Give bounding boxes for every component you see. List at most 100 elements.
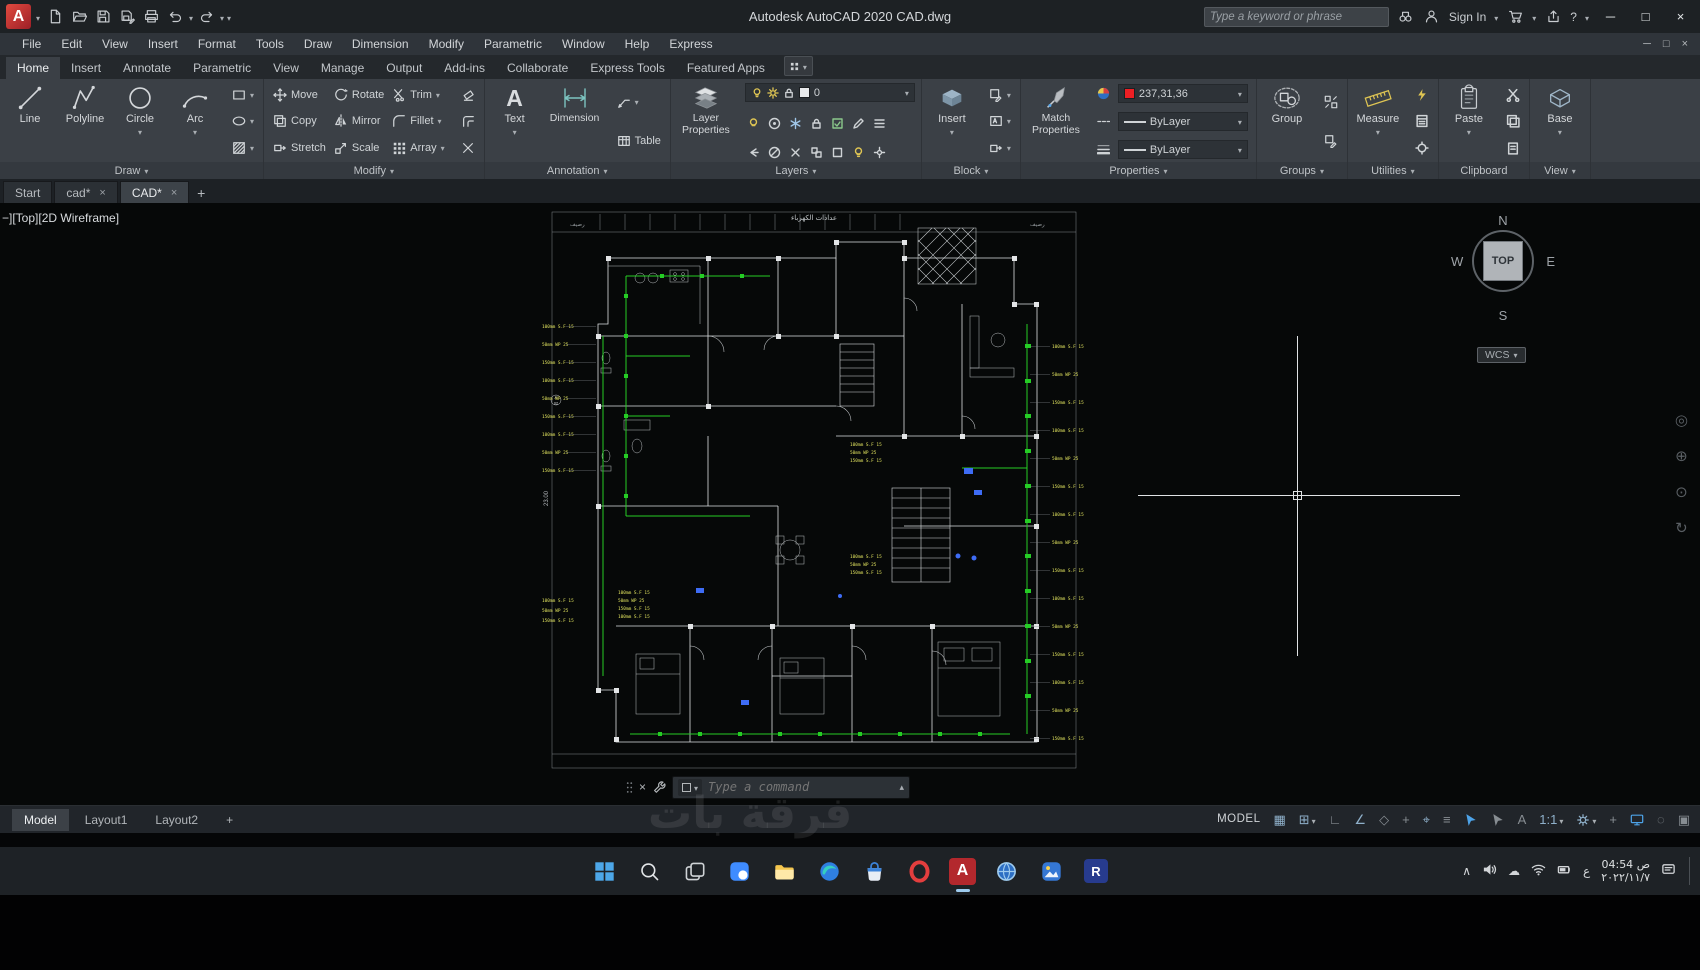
- multileader-icon[interactable]: [614, 94, 642, 110]
- command-close-icon[interactable]: ×: [639, 780, 646, 794]
- app-store-cart-icon[interactable]: [1506, 8, 1524, 26]
- arc-tool[interactable]: Arc: [169, 82, 221, 161]
- photos-icon[interactable]: [1036, 856, 1066, 886]
- annotation-panel-label[interactable]: Annotation: [484, 162, 670, 179]
- layout1-tab[interactable]: Layout1: [73, 809, 140, 831]
- tab-express-tools[interactable]: Express Tools: [579, 57, 675, 79]
- mirror-tool[interactable]: Mirror: [331, 113, 387, 129]
- viewcube[interactable]: N W E S TOP: [1447, 213, 1559, 331]
- circle-dropdown-icon[interactable]: [138, 126, 142, 138]
- annotation-monitor-icon[interactable]: +: [1609, 813, 1617, 826]
- command-history-icon[interactable]: ▴: [899, 782, 904, 793]
- language-indicator[interactable]: ع: [1583, 864, 1590, 878]
- paste-dropdown-icon[interactable]: [1467, 126, 1471, 138]
- insert-block-tool[interactable]: Insert: [926, 82, 978, 161]
- groups-panel-label[interactable]: Groups: [1256, 162, 1347, 179]
- text-tool[interactable]: A Text: [489, 82, 541, 161]
- layer-delete-icon[interactable]: [789, 146, 802, 159]
- line-tool[interactable]: Line: [4, 82, 56, 161]
- file-tab-cad1[interactable]: cad* ×: [54, 181, 118, 203]
- close-tab-icon[interactable]: ×: [99, 187, 105, 199]
- menu-dimension[interactable]: Dimension: [342, 35, 419, 53]
- copy-clip-icon[interactable]: [1503, 113, 1523, 129]
- r-app-icon[interactable]: R: [1081, 856, 1111, 886]
- layer-lock-icon[interactable]: [810, 117, 823, 130]
- rectangle-tool-icon[interactable]: [229, 87, 257, 103]
- start-button[interactable]: [589, 856, 619, 886]
- model-space-button[interactable]: MODEL: [1217, 813, 1260, 826]
- layer-dropdown[interactable]: 0: [744, 83, 915, 102]
- tab-view[interactable]: View: [262, 57, 310, 79]
- cut-icon[interactable]: [1503, 87, 1523, 103]
- rotate-tool[interactable]: Rotate: [331, 87, 387, 103]
- wcs-control[interactable]: WCS: [1477, 347, 1526, 363]
- tab-add-ins[interactable]: Add-ins: [433, 57, 496, 79]
- save-as-icon[interactable]: [117, 6, 138, 27]
- layer-match-icon[interactable]: [852, 117, 865, 130]
- lineweight-icon[interactable]: ≡: [1443, 813, 1451, 826]
- object-color-dropdown[interactable]: 237,31,36: [1117, 84, 1248, 103]
- stretch-tool[interactable]: Stretch: [270, 140, 329, 156]
- array-tool[interactable]: Array: [389, 140, 447, 156]
- show-desktop-button[interactable]: [1689, 856, 1692, 886]
- copy-tool[interactable]: Copy: [270, 113, 329, 129]
- graphics-performance-icon[interactable]: [1630, 813, 1644, 827]
- polyline-tool[interactable]: Polyline: [59, 82, 111, 161]
- battery-icon[interactable]: [1557, 862, 1572, 880]
- tab-featured-apps[interactable]: Featured Apps: [676, 57, 776, 79]
- menu-modify[interactable]: Modify: [419, 35, 474, 53]
- tab-output[interactable]: Output: [375, 57, 433, 79]
- share-icon[interactable]: [1544, 8, 1562, 26]
- lineweight-dropdown[interactable]: ByLayer: [1117, 140, 1248, 159]
- undo-icon[interactable]: [165, 6, 186, 27]
- ortho-icon[interactable]: ∟: [1329, 813, 1342, 826]
- tab-home[interactable]: Home: [6, 57, 61, 79]
- modify-panel-label[interactable]: Modify: [264, 162, 484, 179]
- layer-states-icon[interactable]: [873, 117, 886, 130]
- window-close-button[interactable]: ×: [1667, 5, 1694, 29]
- zoom-icon[interactable]: ⊙: [1675, 483, 1688, 501]
- polar-tracking-icon[interactable]: ∠: [1354, 813, 1366, 826]
- tab-collaborate[interactable]: Collaborate: [496, 57, 579, 79]
- paste-tool[interactable]: Paste: [1443, 82, 1495, 161]
- explode-icon[interactable]: [458, 140, 478, 156]
- file-explorer-icon[interactable]: [769, 856, 799, 886]
- isolate-objects-icon[interactable]: ◌: [1657, 813, 1665, 826]
- menu-help[interactable]: Help: [615, 35, 660, 53]
- layer-unisolate-icon[interactable]: [768, 146, 781, 159]
- properties-panel-label[interactable]: Properties: [1020, 162, 1256, 179]
- menu-parametric[interactable]: Parametric: [474, 35, 552, 53]
- plot-icon[interactable]: [141, 6, 162, 27]
- viewport-controls-label[interactable]: −][Top][2D Wireframe]: [2, 211, 119, 225]
- menu-express[interactable]: Express: [659, 35, 722, 53]
- block-editor-icon[interactable]: [986, 140, 1014, 156]
- onedrive-cloud-icon[interactable]: ☁: [1508, 864, 1520, 878]
- clipboard-panel-label[interactable]: Clipboard: [1438, 162, 1529, 179]
- help-dropdown-icon[interactable]: [1585, 10, 1589, 24]
- ellipse-tool-icon[interactable]: [229, 113, 257, 129]
- menu-file[interactable]: File: [12, 35, 51, 53]
- linetype-dropdown[interactable]: ByLayer: [1117, 112, 1248, 131]
- measure-dropdown-icon[interactable]: [1376, 126, 1380, 138]
- annotation-visibility-icon[interactable]: A: [1518, 813, 1527, 826]
- search-box[interactable]: [1203, 6, 1389, 27]
- viewcube-west[interactable]: W: [1451, 254, 1463, 269]
- layers-panel-label[interactable]: Layers: [670, 162, 921, 179]
- table-tool[interactable]: Table: [614, 133, 664, 149]
- menu-draw[interactable]: Draw: [294, 35, 342, 53]
- arc-dropdown-icon[interactable]: [193, 126, 197, 138]
- user-icon[interactable]: [1423, 8, 1441, 26]
- command-options-chip[interactable]: [678, 778, 703, 796]
- text-dropdown-icon[interactable]: [513, 126, 517, 138]
- command-input[interactable]: [708, 780, 894, 794]
- network-wifi-icon[interactable]: [1531, 862, 1546, 880]
- tab-insert[interactable]: Insert: [60, 57, 112, 79]
- ribbon-options-button[interactable]: [783, 56, 813, 76]
- erase-icon[interactable]: [458, 87, 478, 103]
- quick-calc-icon[interactable]: [1412, 113, 1432, 129]
- paste-special-icon[interactable]: [1503, 140, 1523, 156]
- file-tab-cad2[interactable]: CAD* ×: [119, 181, 190, 203]
- utilities-panel-label[interactable]: Utilities: [1347, 162, 1438, 179]
- object-snap-icon[interactable]: ⌖: [1423, 813, 1430, 826]
- task-view-icon[interactable]: [679, 856, 709, 886]
